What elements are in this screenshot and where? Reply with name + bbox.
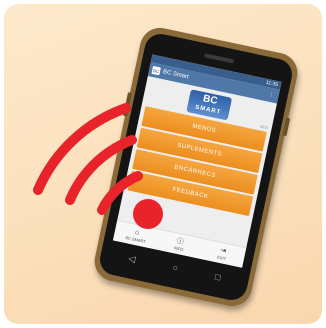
image-frame: 11:35 BC BC Smart ⋮ BC SMART v2.0 MENÚS … xyxy=(4,4,322,324)
bottom-nav-exit[interactable]: ⇥ EXIT xyxy=(204,243,242,263)
back-icon[interactable]: ◁ xyxy=(127,253,137,265)
status-time: 11:35 xyxy=(265,79,279,89)
logo-line-1: BC xyxy=(202,92,219,107)
bottom-nav-info[interactable]: ⓘ INFO xyxy=(161,234,199,254)
bottom-nav-label: INFO xyxy=(173,244,184,252)
recents-icon[interactable]: □ xyxy=(214,271,221,282)
app-logo-icon: BC xyxy=(151,65,161,76)
home-circle-icon[interactable]: ○ xyxy=(172,262,179,273)
overflow-menu-icon[interactable]: ⋮ xyxy=(268,92,276,99)
app-version: v2.0 xyxy=(259,123,269,131)
bc-smart-logo: BC SMART xyxy=(186,88,233,121)
bottom-nav-home[interactable]: ⌂ BC SMART xyxy=(118,225,156,245)
bottom-nav-label: EXIT xyxy=(216,253,227,261)
smartphone: 11:35 BC BC Smart ⋮ BC SMART v2.0 MENÚS … xyxy=(90,24,302,310)
